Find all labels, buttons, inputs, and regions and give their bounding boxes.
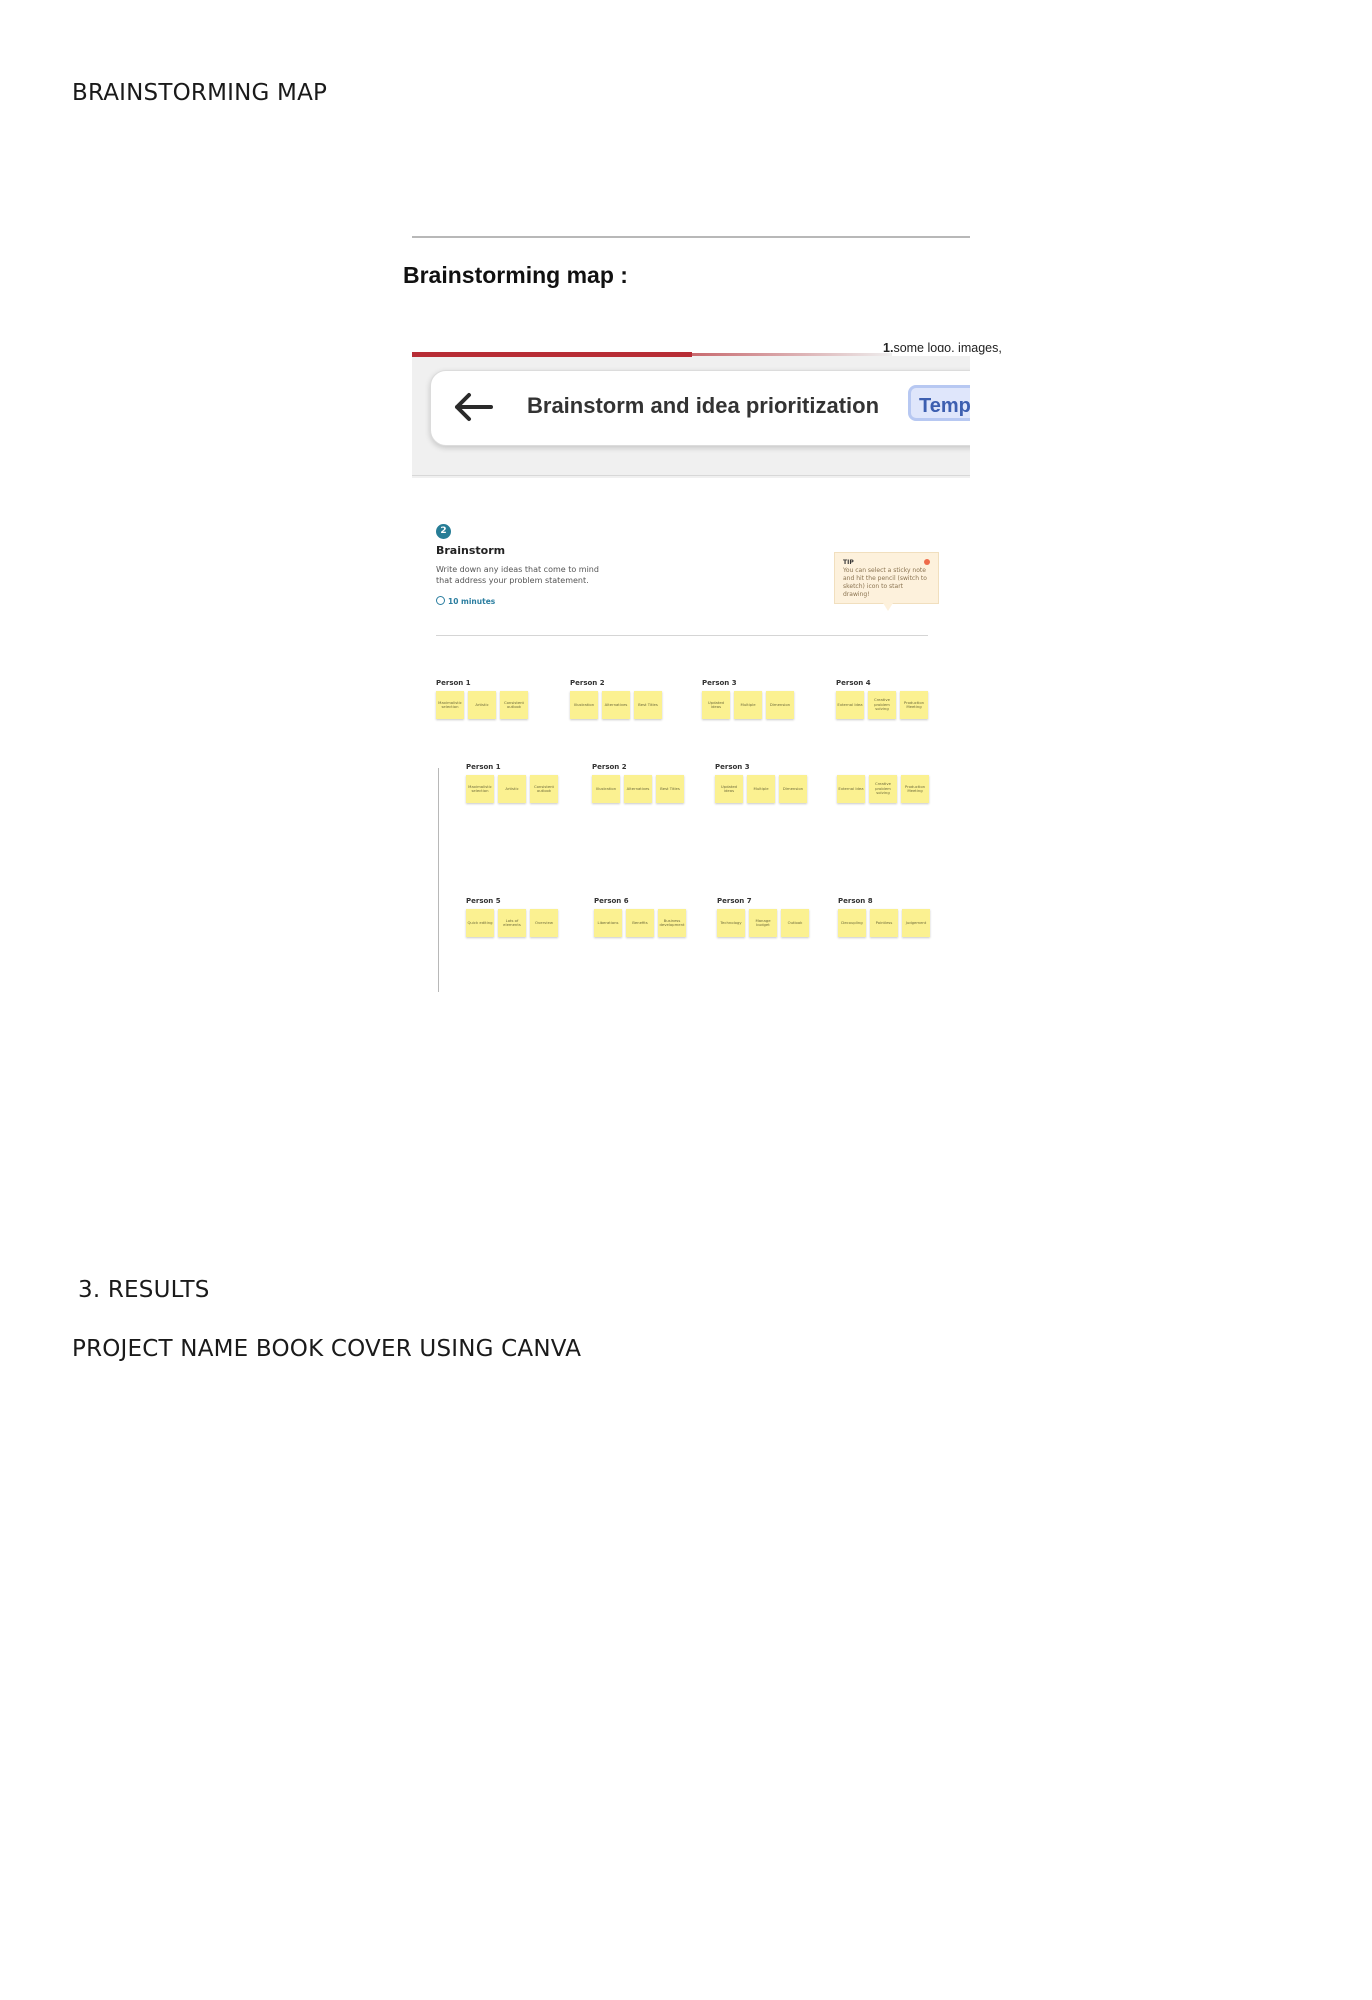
sticky-note[interactable]: Multiple — [734, 691, 762, 719]
person-group: Person 3 Updated ideas Multiple Dimension — [702, 678, 802, 719]
sticky-note[interactable]: Alternatives — [602, 691, 630, 719]
sticky-note[interactable]: Consistent outlook — [500, 691, 528, 719]
person-group: Person 7 Technology Manage budget Outlook — [717, 896, 817, 937]
mural-title: Brainstorm and idea prioritization — [527, 393, 880, 418]
sticky-note-row: Decoupling Pointless Judgement — [838, 909, 938, 937]
sticky-note-row: Illustration Alternatives Best Titles — [570, 691, 670, 719]
figure-top-rule — [412, 236, 970, 238]
person-label: Person 2 — [592, 763, 627, 771]
tip-callout: TIP You can select a sticky note and hit… — [834, 552, 939, 611]
sticky-note[interactable]: Dimension — [779, 775, 807, 803]
mural-header-card: Brainstorm and idea prioritization Temp — [430, 370, 970, 446]
sticky-note[interactable]: Illustration — [592, 775, 620, 803]
person-group: Person 3 Updated ideas Multiple Dimension — [715, 762, 815, 803]
person-group: Person 2 Illustration Alternatives Best Tit… — [592, 762, 692, 803]
figure-caption: Brainstorming map : — [403, 262, 628, 288]
person-label: Person 8 — [838, 897, 873, 905]
sticky-note[interactable]: External Idea — [837, 775, 865, 803]
sticky-note[interactable]: Overview — [530, 909, 558, 937]
sticky-note[interactable]: Production Meeting — [901, 775, 929, 803]
step-timer: 10 minutes — [436, 596, 495, 606]
person-group: Person 1 Maximalistic selection Artistic Co… — [436, 678, 536, 719]
sticky-note[interactable]: Best Titles — [634, 691, 662, 719]
sticky-note[interactable]: Maximalistic selection — [466, 775, 494, 803]
sticky-note-row: Illustration Alternatives Best Titles — [592, 775, 692, 803]
sticky-note[interactable]: Illustration — [570, 691, 598, 719]
sticky-note[interactable]: Creative problem solving — [868, 691, 896, 719]
sticky-note[interactable]: Benefits — [626, 909, 654, 937]
person-label: Person 3 — [702, 679, 737, 687]
sticky-note[interactable]: Outlook — [781, 909, 809, 937]
back-arrow-icon[interactable] — [451, 387, 495, 427]
sticky-note-row: Maximalistic selection Artistic Consistent… — [466, 775, 566, 803]
sticky-note[interactable]: Manage budget — [749, 909, 777, 937]
sticky-note[interactable]: Best Titles — [656, 775, 684, 803]
person-group: Person 2 Illustration Alternatives Best Tit… — [570, 678, 670, 719]
person-label: Person 3 — [715, 763, 750, 771]
mural-header-divider — [412, 475, 970, 476]
mural-top-accent-fade — [692, 353, 892, 356]
sticky-note-row: Updated ideas Multiple Dimension — [702, 691, 802, 719]
person-label: Person 7 — [717, 897, 752, 905]
sticky-note-row: Maximalistic selection Artistic Consistent… — [436, 691, 536, 719]
timer-icon — [436, 596, 445, 605]
template-badge[interactable]: Temp — [908, 385, 970, 421]
pin-icon — [924, 559, 930, 565]
person-label: Person 6 — [594, 897, 629, 905]
person-group: Person 4 External Idea Creative problem so… — [836, 678, 936, 719]
sticky-note[interactable]: Judgement — [902, 909, 930, 937]
brainstorming-figure: Brainstorming map : 1.some logo, images,… — [403, 236, 1002, 1022]
step-timer-text: 10 minutes — [448, 597, 496, 606]
sticky-note[interactable]: Liberations — [594, 909, 622, 937]
person-label: Person 1 — [466, 763, 501, 771]
sticky-note-row: Liberations Benefits Business development — [594, 909, 694, 937]
section-heading-brainstorming-map: BRAINSTORMING MAP — [72, 80, 328, 106]
sticky-note[interactable]: Updated ideas — [702, 691, 730, 719]
sticky-note-row: Updated ideas Multiple Dimension — [715, 775, 815, 803]
sticky-note[interactable]: Multiple — [747, 775, 775, 803]
sticky-note[interactable]: Maximalistic selection — [436, 691, 464, 719]
frame-edge — [438, 768, 439, 992]
sticky-note-row: External Idea Creative problem solving Pro… — [836, 691, 936, 719]
person-label: Person 4 — [836, 679, 871, 687]
sticky-note[interactable]: Creative problem solving — [869, 775, 897, 803]
step-description: Write down any ideas that come to mind t… — [436, 565, 599, 585]
step-number-badge: 2 — [436, 524, 451, 539]
sticky-note-row: External Idea Creative problem solving Pro… — [837, 775, 937, 803]
sticky-note[interactable]: External Idea — [836, 691, 864, 719]
sticky-note[interactable]: Artistic — [468, 691, 496, 719]
person-group: Person 6 Liberations Benefits Business deve… — [594, 896, 694, 937]
sticky-note-row: Technology Manage budget Outlook — [717, 909, 817, 937]
sticky-note[interactable]: Artistic — [498, 775, 526, 803]
sticky-note[interactable]: Dimension — [766, 691, 794, 719]
person-group: External Idea Creative problem solving Pro… — [837, 762, 937, 803]
sticky-note[interactable]: Decoupling — [838, 909, 866, 937]
person-label: Person 2 — [570, 679, 605, 687]
step-title: Brainstorm — [436, 544, 506, 557]
sticky-note[interactable]: Alternatives — [624, 775, 652, 803]
section-heading-results: 3. RESULTS — [78, 1277, 210, 1303]
project-name-line: PROJECT NAME BOOK COVER USING CANVA — [72, 1336, 582, 1362]
tip-label: TIP — [843, 559, 854, 566]
section-divider — [436, 635, 928, 636]
sticky-note[interactable]: Lots of elements — [498, 909, 526, 937]
sticky-note[interactable]: Technology — [717, 909, 745, 937]
sticky-note[interactable]: Updated ideas — [715, 775, 743, 803]
mural-screenshot: Brainstorm and idea prioritization Temp … — [412, 352, 970, 992]
person-label: Person 1 — [436, 679, 471, 687]
sticky-note[interactable]: Production Meeting — [900, 691, 928, 719]
sticky-note-row: Quick editing Lots of elements Overview — [466, 909, 566, 937]
tip-callout-tail — [883, 603, 893, 611]
sticky-note[interactable]: Quick editing — [466, 909, 494, 937]
person-label: Person 5 — [466, 897, 501, 905]
sticky-note[interactable]: Business development — [658, 909, 686, 937]
person-group: Person 1 Maximalistic selection Artistic Co… — [466, 762, 566, 803]
person-group: Person 8 Decoupling Pointless Judgement — [838, 896, 938, 937]
mural-top-accent — [412, 352, 692, 357]
person-label — [837, 762, 937, 772]
tip-text: You can select a sticky note and hit the… — [843, 567, 927, 598]
person-group: Person 5 Quick editing Lots of elements Ove… — [466, 896, 566, 937]
sticky-note[interactable]: Consistent outlook — [530, 775, 558, 803]
sticky-note[interactable]: Pointless — [870, 909, 898, 937]
